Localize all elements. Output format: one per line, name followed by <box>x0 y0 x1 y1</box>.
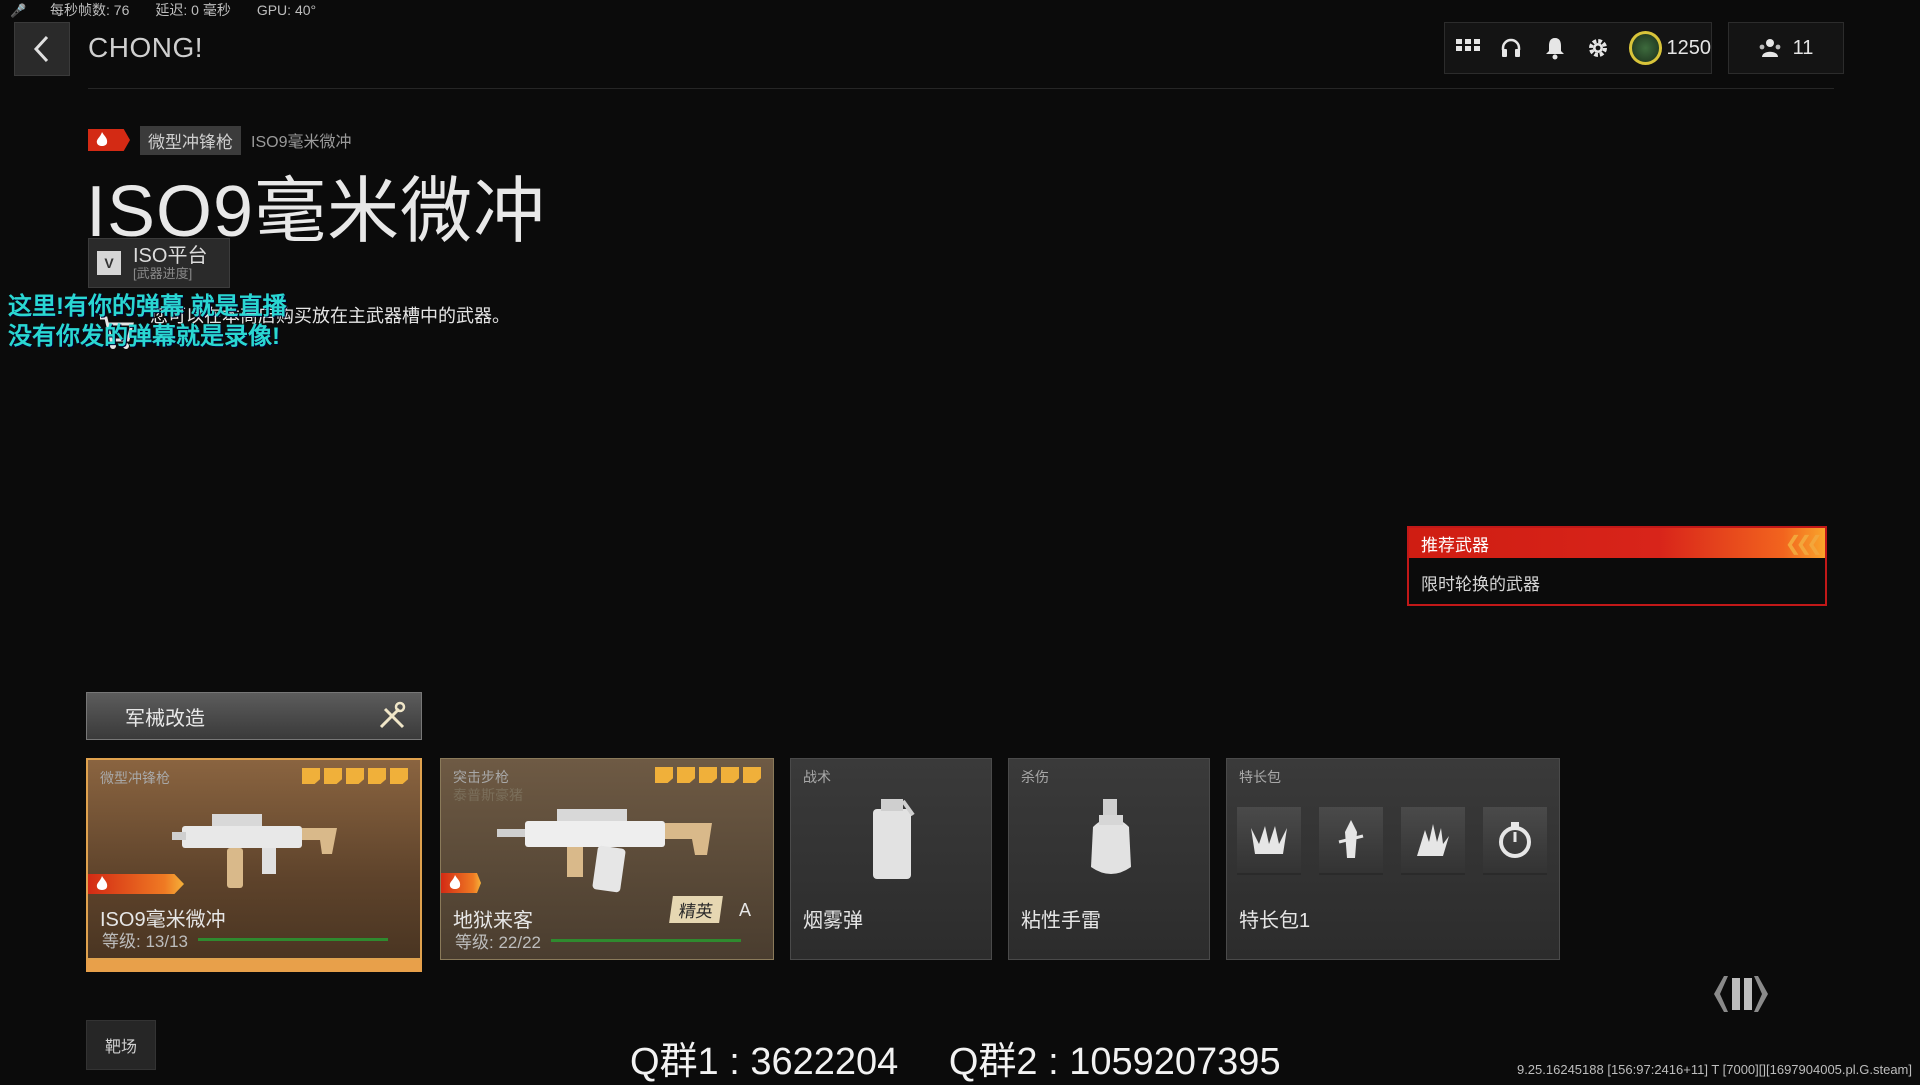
hot-tag <box>441 873 481 893</box>
tactical-name: 烟雾弹 <box>803 910 863 932</box>
recommended-title: 推荐武器 <box>1421 535 1489 555</box>
tactical-equipment-card[interactable]: 战术 烟雾弹 <box>790 758 992 960</box>
secondary-weapon-class: 突击步枪 <box>453 769 509 785</box>
tactical-label: 战术 <box>803 769 831 785</box>
perk-slot-4 <box>1483 807 1547 875</box>
wrench-screwdriver-icon <box>379 701 406 729</box>
flame-icon <box>96 876 108 890</box>
secondary-weapon-base: 泰普斯豪猪 <box>453 787 523 803</box>
stream-overlay-line1: 这里!有你的弹幕 就是直播 <box>8 293 287 320</box>
primary-weapon-class: 微型冲锋枪 <box>100 770 170 786</box>
qq-group-2: Q群2 : 1059207395 <box>948 1041 1281 1083</box>
chevron-left-icon <box>33 35 49 63</box>
game-logo-icon <box>1714 976 1768 1012</box>
secondary-weapon-card[interactable]: 突击步枪 泰普斯豪猪 精英 A 地狱来客 等级: 22/22 <box>440 758 774 960</box>
chevrons-left-icon: ❮❮❮ <box>1784 533 1823 555</box>
perk-slot-1 <box>1237 807 1301 875</box>
gpu-temp: GPU: 40° <box>256 2 317 18</box>
back-button[interactable] <box>14 22 70 76</box>
player-avatar[interactable] <box>1629 31 1663 65</box>
assault-rifle-icon <box>497 809 712 893</box>
fps-label: 每秒帧数: <box>50 2 110 18</box>
rifle-perk-icon <box>1338 820 1364 858</box>
fps-value: 76 <box>113 2 130 18</box>
friends-button[interactable]: 11 <box>1728 22 1844 74</box>
hand-perk-icon <box>1417 824 1449 856</box>
elite-badge: 精英 <box>669 896 723 923</box>
primary-weapon-card[interactable]: 微型冲锋枪 ISO9毫米微冲 等级: 13/13 <box>86 758 422 972</box>
recommended-body: 限时轮换的武器 <box>1421 575 1540 594</box>
rarity-badge: A <box>738 900 751 920</box>
friends-count: 11 <box>1792 36 1814 59</box>
gunsmith-label: 军械改造 <box>125 707 205 730</box>
gear-icon[interactable] <box>1586 35 1612 61</box>
breadcrumb-weapon-name: ISO9毫米微冲 <box>251 134 352 151</box>
firing-range-button[interactable]: 靶场 <box>86 1020 156 1070</box>
player-name: CHONG! <box>88 32 203 63</box>
lethal-equipment-card[interactable]: 杀伤 粘性手雷 <box>1008 758 1210 960</box>
platform-badge[interactable]: V ISO平台 [武器进度] <box>88 238 230 288</box>
flame-icon <box>449 875 461 889</box>
top-toolbar: 1250 <box>1444 22 1712 74</box>
currency-amount: 1250 <box>1666 36 1711 59</box>
primary-level-bar <box>198 938 388 941</box>
attachment-slots <box>302 768 408 784</box>
primary-weapon-level: 等级: 13/13 <box>102 927 388 952</box>
stream-overlay-text: 这里!有你的弹幕 就是直播 没有你发的弹幕就是录像! <box>8 292 287 352</box>
weapon-category: 微型冲锋枪 <box>140 125 241 155</box>
version-string: 9.25.16245188 [156:97:2416+11] T [7000][… <box>1516 1062 1912 1077</box>
perk-package-name: 特长包1 <box>1239 910 1311 932</box>
friends-icon <box>1759 39 1781 57</box>
perk-slot-2 <box>1319 807 1383 875</box>
platform-name: ISO平台 <box>133 244 208 267</box>
perk-package-card[interactable]: 特长包 特长包1 <box>1226 758 1560 960</box>
platform-progress-label: [武器进度] <box>133 265 193 281</box>
claw-perk-icon <box>1251 826 1287 854</box>
stopwatch-perk-icon <box>1499 822 1531 858</box>
lethal-name: 粘性手雷 <box>1021 910 1101 932</box>
stream-overlay-line2: 没有你发的弹幕就是录像! <box>8 323 280 350</box>
secondary-weapon-level: 等级: 22/22 <box>455 928 741 953</box>
sticky-grenade-icon <box>1091 799 1131 874</box>
weapon-breadcrumb: 微型冲锋枪 ISO9毫米微冲 <box>88 125 352 155</box>
smg-icon <box>172 814 337 888</box>
primary-selected-strip <box>86 960 422 972</box>
bell-icon[interactable] <box>1542 35 1568 61</box>
headset-icon[interactable] <box>1499 35 1525 61</box>
grid-menu-icon[interactable] <box>1455 35 1481 61</box>
hot-tag <box>88 129 130 151</box>
qq-group-1: Q群1 : 3622204 <box>630 1041 899 1083</box>
qq-group-overlay: Q群1 : 3622204 Q群2 : 1059207395 <box>630 1030 1321 1085</box>
secondary-level-bar <box>551 939 741 942</box>
mic-muted-icon: 🎤 <box>10 3 27 18</box>
primary-level-text: 等级: 13/13 <box>102 932 188 951</box>
header-divider <box>88 88 1834 89</box>
smoke-grenade-icon <box>873 799 915 879</box>
recommended-weapons-panel[interactable]: 推荐武器 ❮❮❮ 限时轮换的武器 <box>1407 526 1827 606</box>
perk-label: 特长包 <box>1239 769 1281 785</box>
hot-tag <box>88 874 184 894</box>
gunsmith-button[interactable]: 军械改造 <box>86 692 422 740</box>
attachment-slots <box>655 767 761 783</box>
flame-icon <box>96 132 108 146</box>
performance-overlay: 🎤 每秒帧数: 76 延迟: 0 毫秒 GPU: 40° <box>10 0 316 20</box>
lethal-label: 杀伤 <box>1021 769 1049 785</box>
secondary-level-text: 等级: 22/22 <box>455 933 541 952</box>
platform-icon: V <box>97 251 121 275</box>
perk-slot-3 <box>1401 807 1465 875</box>
latency-label: 延迟: <box>155 2 188 18</box>
latency-value: 0 毫秒 <box>191 2 231 18</box>
